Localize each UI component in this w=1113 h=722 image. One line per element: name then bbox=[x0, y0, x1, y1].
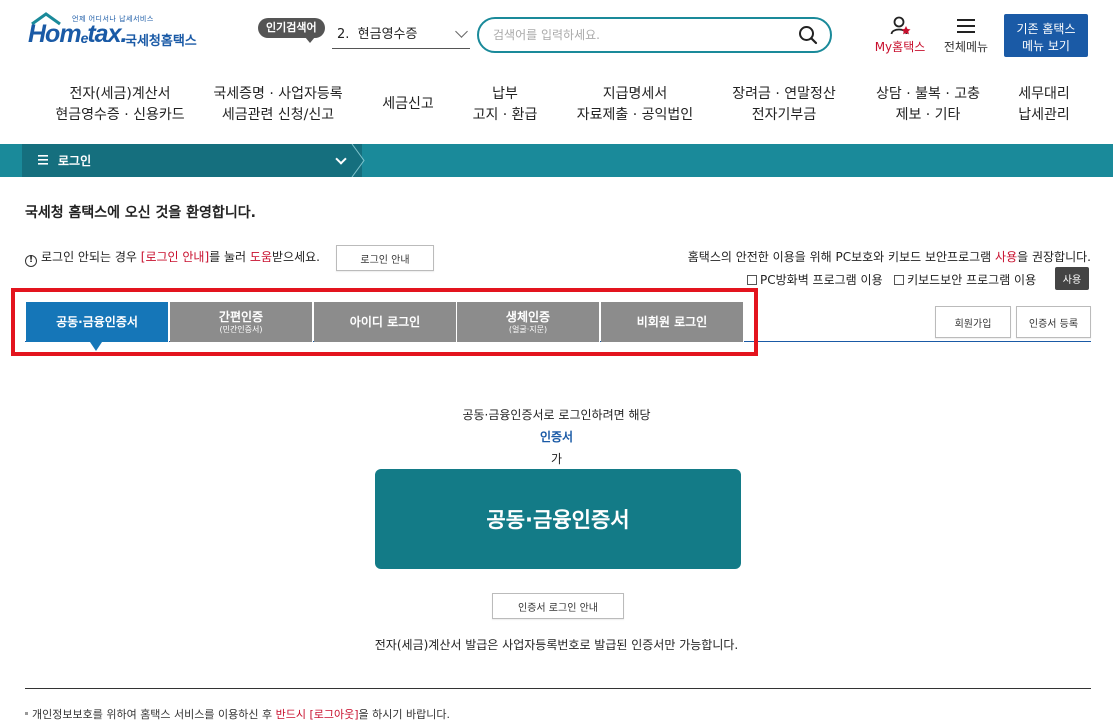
location-label: 로그인 bbox=[58, 154, 92, 168]
security-text-part: 홈택스의 안전한 이용을 위해 PC보호와 키보드 보안프로그램 bbox=[687, 250, 996, 264]
gnb-item-counsel[interactable]: 상담 · 불복 · 고충 제보 · 기타 bbox=[862, 84, 994, 126]
old-menu-view-button[interactable]: 기존 홈택스 메뉴 보기 bbox=[1004, 14, 1088, 57]
pc-firewall-checkbox[interactable] bbox=[747, 275, 757, 285]
hamburger-icon bbox=[957, 19, 975, 33]
security-recommend-text: 홈택스의 안전한 이용을 위해 PC보호와 키보드 보안프로그램 사용을 권장합… bbox=[688, 248, 1091, 265]
gnb-item-line2: 현금영수증 · 신용카드 bbox=[55, 107, 185, 123]
active-tab-pointer bbox=[90, 342, 102, 351]
tab-label: 아이디 로그인 bbox=[349, 314, 421, 329]
gnb-item-line2: 세금관련 신청/신고 bbox=[221, 107, 335, 123]
joint-financial-cert-login-button[interactable]: 공동·금융인증서 bbox=[375, 469, 741, 569]
keyboard-security-checkbox[interactable] bbox=[894, 275, 905, 285]
gnb-item-certificates[interactable]: 국세증명 · 사업자등록 세금관련 신청/신고 bbox=[198, 84, 358, 126]
gnb-item-line2: 자료제출 · 공익법인 bbox=[576, 107, 694, 123]
tab-biometric[interactable]: 생체인증 (얼굴·지문) bbox=[457, 302, 600, 342]
all-menu-button[interactable]: 전체메뉴 bbox=[938, 16, 994, 56]
tab-id-login[interactable]: 아이디 로그인 bbox=[314, 302, 457, 342]
notice-cert-word: 인증서 bbox=[539, 430, 574, 444]
security-options: PC방화벽 프로그램 이용 키보드보안 프로그램 이용 bbox=[747, 271, 1036, 288]
tab-label: 비회원 로그인 bbox=[636, 314, 708, 329]
keyboard-security-label: 키보드보안 프로그램 이용 bbox=[907, 273, 1037, 287]
tab-label: 공동·금융인증서 bbox=[56, 314, 138, 329]
gnb-item-line1: 세금신고 bbox=[382, 96, 434, 112]
gnb-item-line1: 납부 bbox=[492, 86, 518, 102]
pc-firewall-label: PC방화벽 프로그램 이용 bbox=[760, 273, 883, 287]
login-help-text: ! 로그인 안되는 경우 [로그인 안내]를 눌러 도움받으세요. bbox=[25, 248, 320, 267]
notice-line1: 공동·금융인증서로 로그인하려면 해당 인증서가 bbox=[0, 404, 1113, 470]
header: 언제 어디서나 납세서비스 Hometax. 국세청홈택스 인기검색어 2. 현… bbox=[0, 0, 1113, 70]
logo-site-name: 국세청홈택스 bbox=[125, 34, 197, 49]
join-member-button[interactable]: 회원가입 bbox=[935, 306, 1011, 338]
popular-search-rank: 2. bbox=[337, 27, 350, 42]
gnb-item-line2: 납세관리 bbox=[1018, 107, 1070, 123]
tab-label: 간편인증 bbox=[218, 309, 264, 324]
gnb-item-line2: 전자기부금 bbox=[751, 107, 817, 123]
popular-search-term: 현금영수증 bbox=[357, 27, 418, 42]
notice-text-part: 가 bbox=[550, 452, 563, 466]
notice-text-part: 공동·금융인증서로 로그인하려면 해당 bbox=[462, 408, 651, 422]
all-menu-label: 전체메뉴 bbox=[943, 40, 989, 54]
alert-icon: ! bbox=[25, 255, 37, 267]
search-box bbox=[477, 17, 832, 53]
cert-issuance-note: 전자(세금)계산서 발급은 사업자등록번호로 발급된 인증서만 가능합니다. bbox=[374, 638, 739, 652]
divider bbox=[25, 688, 1091, 689]
logo-wordmark: Hometax. bbox=[28, 20, 127, 48]
popular-search-badge: 인기검색어 bbox=[258, 18, 325, 43]
old-menu-line1: 기존 홈택스 bbox=[1016, 21, 1076, 36]
gnb-item-tax-filing[interactable]: 세금신고 bbox=[368, 94, 448, 115]
my-hometax-label: My홈택스 bbox=[874, 40, 926, 54]
tab-label: 생체인증 bbox=[505, 309, 551, 324]
tab-sublabel: (얼굴·지문) bbox=[508, 324, 548, 334]
logout-text-part: 을 하시기 바랍니다. bbox=[358, 708, 450, 721]
gnb-item-payment-statement[interactable]: 지급명세서 자료제출 · 공익법인 bbox=[565, 84, 705, 126]
help-text-part: 받으세요. bbox=[272, 250, 320, 264]
search-icon[interactable] bbox=[798, 25, 818, 45]
gnb-item-line1: 상담 · 불복 · 고충 bbox=[876, 86, 980, 102]
gnb-item-line1: 지급명세서 bbox=[602, 86, 668, 102]
help-text-part: 를 눌러 bbox=[209, 250, 250, 264]
menu-lines-icon bbox=[38, 155, 48, 165]
security-text-part: 을 권장합니다. bbox=[1017, 250, 1091, 264]
gnb-item-line1: 장려금 · 연말정산 bbox=[732, 86, 836, 102]
cert-login-guide-button[interactable]: 인증서 로그인 안내 bbox=[492, 593, 624, 619]
my-hometax-link[interactable]: My홈택스 bbox=[868, 16, 932, 56]
logout-must-text: 반드시 [로그아웃] bbox=[275, 708, 359, 721]
cert-register-button[interactable]: 인증서 등록 bbox=[1016, 306, 1091, 338]
location-bar: 로그인 bbox=[0, 144, 1113, 177]
tab-non-member-login[interactable]: 비회원 로그인 bbox=[601, 302, 744, 342]
help-link-text: [로그인 안내] bbox=[140, 250, 210, 264]
help-word: 도움 bbox=[249, 250, 272, 264]
security-use-button[interactable]: 사용 bbox=[1055, 267, 1089, 290]
gnb-item-tax-agent[interactable]: 세무대리 납세관리 bbox=[1004, 84, 1084, 126]
tab-joint-financial-cert[interactable]: 공동·금융인증서 bbox=[26, 302, 169, 342]
hometax-logo[interactable]: 언제 어디서나 납세서비스 Hometax. 국세청홈택스 bbox=[28, 12, 208, 54]
search-input[interactable] bbox=[493, 25, 783, 45]
gnb-item-incentive[interactable]: 장려금 · 연말정산 전자기부금 bbox=[718, 84, 850, 126]
login-guide-button[interactable]: 로그인 안내 bbox=[336, 245, 434, 271]
welcome-heading: 국세청 홈택스에 오신 것을 환영합니다. bbox=[25, 205, 256, 221]
gnb-item-line1: 세무대리 bbox=[1018, 86, 1070, 102]
breadcrumb-arrow-icon bbox=[351, 144, 365, 177]
gnb-item-line2: 제보 · 기타 bbox=[895, 107, 961, 123]
gnb-item-line2: 고지 · 환급 bbox=[472, 107, 538, 123]
bullet-icon bbox=[25, 712, 28, 715]
tab-sublabel: (민간인증서) bbox=[219, 324, 263, 334]
gnb-item-payment[interactable]: 납부 고지 · 환급 bbox=[455, 84, 555, 126]
logout-notice: 개인정보보호를 위하여 홈택스 서비스를 이용하신 후 반드시 [로그아웃]을 … bbox=[25, 706, 450, 722]
tab-simple-auth[interactable]: 간편인증 (민간인증서) bbox=[170, 302, 313, 342]
popular-search-select[interactable]: 2. 현금영수증 bbox=[332, 21, 470, 49]
gnb-item-line1: 국세증명 · 사업자등록 bbox=[213, 86, 343, 102]
chevron-down-icon bbox=[455, 25, 468, 38]
logout-text-part: 개인정보보호를 위하여 홈택스 서비스를 이용하신 후 bbox=[32, 708, 276, 721]
old-menu-line2: 메뉴 보기 bbox=[1022, 38, 1070, 53]
security-use-word: 사용 bbox=[995, 250, 1018, 264]
gnb-item-einvoice[interactable]: 전자(세금)계산서 현금영수증 · 신용카드 bbox=[40, 84, 200, 126]
help-text-part: 로그인 안되는 경우 bbox=[41, 250, 141, 264]
gnb-item-line1: 전자(세금)계산서 bbox=[69, 86, 171, 102]
user-icon bbox=[890, 16, 911, 35]
main-navigation: 전자(세금)계산서 현금영수증 · 신용카드 국세증명 · 사업자등록 세금관련… bbox=[0, 76, 1113, 140]
